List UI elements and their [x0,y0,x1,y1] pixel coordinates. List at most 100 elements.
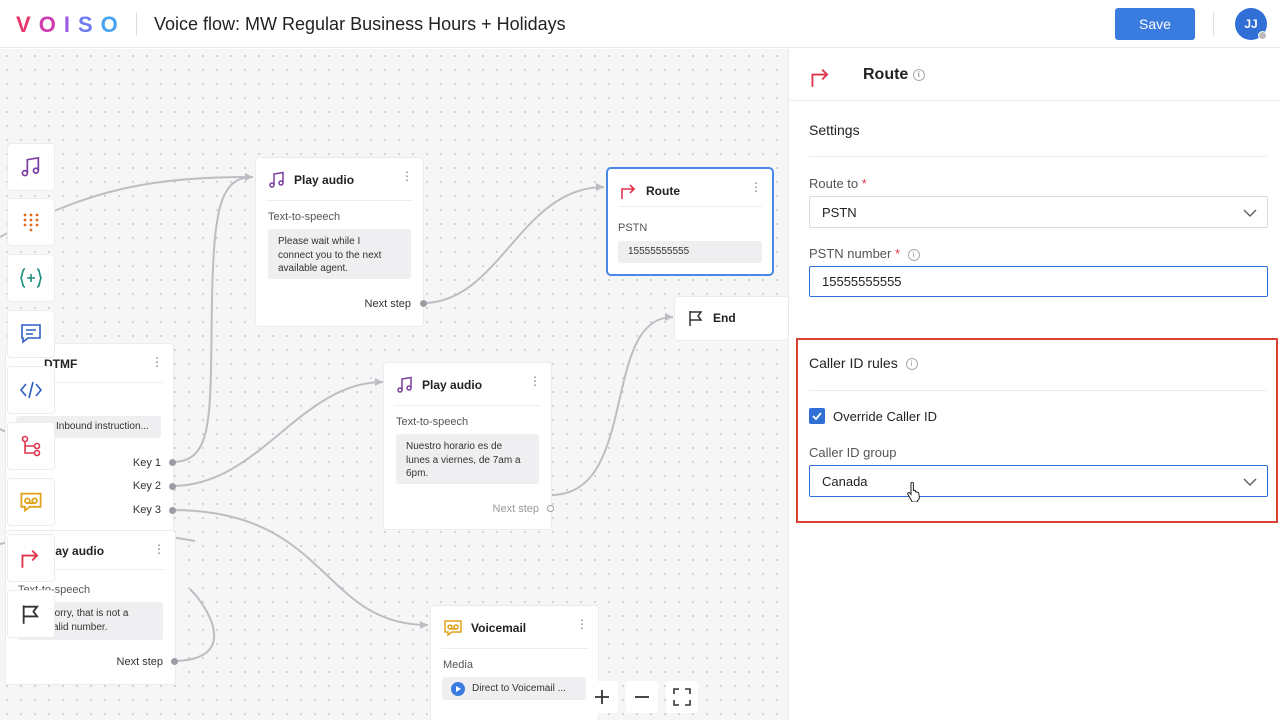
pstn-number-label: PSTN number * i [809,246,920,261]
info-icon[interactable]: i [905,358,918,371]
tts-line: Sorry, that is not a [48,608,129,619]
route-node[interactable]: Route ⋮ PSTN 15555555555 [608,169,772,274]
divider [266,200,413,201]
flag-icon [689,311,703,326]
node-label: PSTN [618,222,648,234]
tts-line: available agent. [278,263,349,274]
tts-text: Please wait while I connect you to the n… [268,229,411,279]
header-divider [1213,12,1214,36]
page-title: Voice flow: MW Regular Business Hours + … [154,14,566,34]
output-port[interactable] [547,505,554,512]
info-icon[interactable]: i [907,248,920,261]
voiso-logo[interactable]: VOISO [16,12,126,38]
tool-route[interactable] [8,535,54,581]
tool-voicemail[interactable] [8,479,54,525]
more-icon[interactable]: ⋮ [750,181,762,193]
tool-dtmf[interactable] [8,199,54,245]
tool-code[interactable] [8,367,54,413]
info-icon[interactable]: i [912,68,925,81]
media-value-text: Direct to Voicemail ... [472,683,566,694]
more-icon[interactable]: ⋮ [576,618,588,630]
output-port[interactable] [169,483,176,490]
end-node[interactable]: End [675,297,788,340]
node-title: Play audio [422,378,483,392]
tool-end[interactable] [8,591,54,637]
node-label: Text-to-speech [268,211,341,223]
fit-screen-button[interactable] [666,681,698,713]
caller-id-rules-title-text: Caller ID rules [809,355,898,371]
tool-play-audio[interactable] [8,144,54,190]
key-label: Key 1 [132,457,161,469]
caller-id-group-label: Caller ID group [809,445,897,460]
hand-cursor-icon [907,482,920,502]
voicemail-node[interactable]: Voicemail ⋮ Media Direct to Voicemail ..… [431,606,598,720]
more-icon[interactable]: ⋮ [401,170,413,182]
status-indicator [1258,31,1267,40]
media-value: Direct to Voicemail ... [442,677,586,700]
play-audio-node[interactable]: Play audio ⋮ Text-to-speech Please wait … [256,158,427,326]
flow-canvas[interactable]: Play audio ⋮ Text-to-speech Please wait … [0,49,788,720]
save-button[interactable]: Save [1115,8,1195,40]
checkmark-icon [812,412,822,421]
override-caller-id-label[interactable]: Override Caller ID [833,409,937,424]
caller-id-group-select[interactable]: Canada [809,465,1268,497]
logo-letter: I [63,12,78,37]
tts-line: 6pm. [406,468,429,479]
node-title: End [713,311,736,325]
zoom-in-button[interactable] [586,681,618,713]
panel-title: Route i [863,66,925,84]
override-caller-id-checkbox[interactable] [809,408,825,424]
output-port[interactable] [169,459,176,466]
divider [809,390,1267,391]
pstn-number-value: 15555555555 [822,274,902,289]
zoom-out-button[interactable] [626,681,658,713]
node-title: Route [646,184,680,198]
route-icon [621,184,636,199]
chevron-down-icon [1243,209,1257,218]
pstn-number-input[interactable]: 15555555555 [809,266,1268,297]
voicemail-icon [20,492,42,513]
tool-variable[interactable] [8,255,54,301]
more-icon[interactable]: ⋮ [153,543,165,555]
route-icon [21,550,39,568]
key-label: Key 2 [132,480,161,492]
divider [441,648,588,649]
output-port[interactable] [420,300,427,307]
route-to-select[interactable]: PSTN [809,196,1268,228]
music-note-icon [21,156,40,177]
tts-line: connect you to the next [278,249,382,261]
voicemail-icon [444,620,462,637]
tts-line: lunes a viernes, de 7am a [406,454,521,466]
music-note-icon [397,376,412,393]
flag-icon [22,605,39,624]
branch-icon [21,435,41,457]
key-label: Key 3 [132,504,161,516]
variable-icon [20,268,42,288]
next-step-label: Next step [492,503,539,515]
node-title: Play audio [294,173,355,187]
tts-line: Please wait while I [278,236,361,247]
route-to-label: Route to * [809,176,867,191]
next-step-label: Next step [116,656,163,668]
node-label: Text-to-speech [396,416,469,428]
more-icon[interactable]: ⋮ [529,375,541,387]
minus-icon [635,696,649,698]
required-mark: * [861,176,867,191]
node-label: Media [443,659,473,671]
divider [394,405,541,406]
plus-icon [595,690,609,704]
more-icon[interactable]: ⋮ [151,356,163,368]
tts-line: valid number. [48,621,108,633]
output-port[interactable] [169,507,176,514]
divider [789,100,1280,101]
header-divider [136,12,137,36]
logo-letter: V [16,12,39,37]
tool-branch[interactable] [8,423,54,469]
tts-text: Nuestro horario es de lunes a viernes, d… [396,434,539,484]
music-note-icon [269,171,284,188]
tool-message[interactable] [8,311,54,357]
output-port[interactable] [171,658,178,665]
play-audio-node[interactable]: Play audio ⋮ Text-to-speech Nuestro hora… [384,363,554,529]
code-icon [19,381,43,399]
next-step-label: Next step [364,298,411,310]
